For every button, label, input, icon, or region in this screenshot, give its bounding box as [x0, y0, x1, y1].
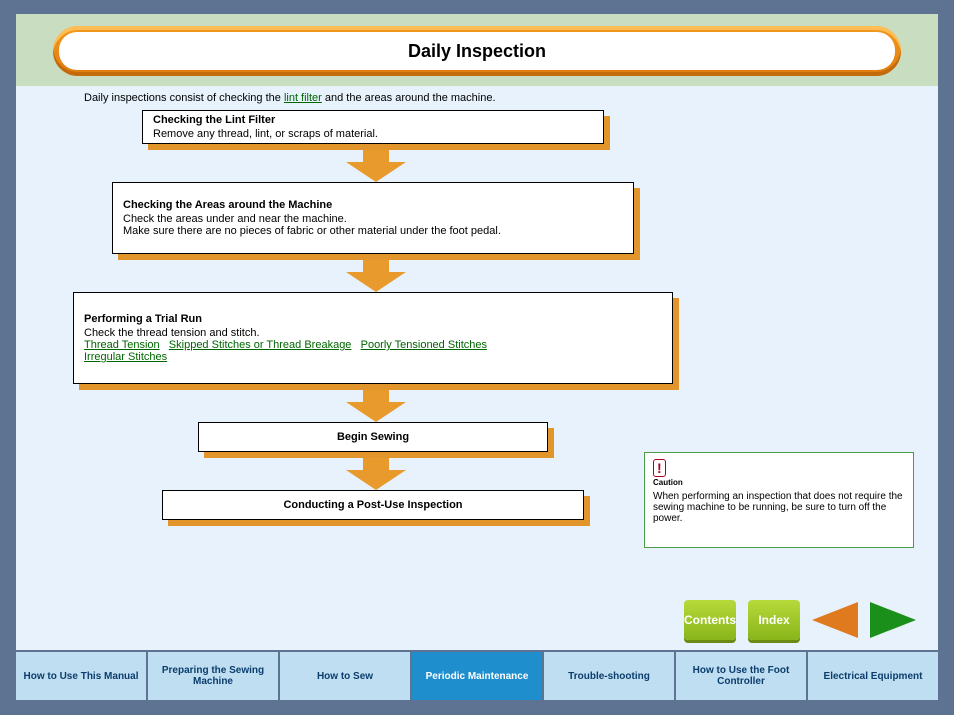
caution-label: Caution: [653, 478, 905, 487]
flow-step-3: Performing a Trial Run Check the thread …: [73, 292, 679, 390]
step5-title: Conducting a Post-Use Inspection: [283, 499, 462, 511]
flow-step-4: Begin Sewing: [198, 422, 554, 458]
arrow-icon: [363, 458, 389, 470]
intro-text: Daily inspections consist of checking th…: [84, 92, 668, 104]
step2-body: Check the areas under and near the machi…: [123, 213, 623, 237]
tab-foot-controller[interactable]: How to Use the Foot Controller: [676, 652, 806, 700]
arrow-head-icon: [346, 470, 406, 490]
arrow-icon: [363, 150, 389, 162]
arrow-head-icon: [346, 272, 406, 292]
triangle-left-icon: [812, 602, 858, 638]
caution-icon: !: [653, 459, 666, 477]
caution-panel: ! Caution When performing an inspection …: [644, 452, 914, 548]
flow-step-5: Conducting a Post-Use Inspection: [162, 490, 590, 526]
step1-title: Checking the Lint Filter: [153, 114, 593, 126]
intro-suffix: and the areas around the machine.: [322, 92, 496, 104]
bottom-tabs: How to Use This Manual Preparing the Sew…: [16, 652, 938, 700]
index-button[interactable]: Index: [748, 600, 800, 640]
step3-title: Performing a Trial Run: [84, 313, 662, 325]
step3-link-2[interactable]: Skipped Stitches or Thread Breakage: [169, 339, 352, 351]
flowchart: Daily inspections consist of checking th…: [66, 92, 686, 526]
tab-preparing[interactable]: Preparing the Sewing Machine: [148, 652, 278, 700]
step2-title: Checking the Areas around the Machine: [123, 199, 623, 211]
triangle-right-icon: [870, 602, 916, 638]
contents-button[interactable]: Contents: [684, 600, 736, 640]
step3-links: Thread Tension Skipped Stitches or Threa…: [84, 339, 662, 363]
next-button[interactable]: [870, 602, 916, 638]
step3-link-3[interactable]: Poorly Tensioned Stitches: [361, 339, 487, 351]
tab-electrical[interactable]: Electrical Equipment: [808, 652, 938, 700]
step3-link-4[interactable]: Irregular Stitches: [84, 351, 167, 363]
flow-step-1: Checking the Lint Filter Remove any thre…: [142, 110, 610, 150]
nav-bar: Contents Index: [684, 600, 916, 640]
arrow-icon: [363, 390, 389, 402]
step3-link-1[interactable]: Thread Tension: [84, 339, 160, 351]
tab-how-to-use-manual[interactable]: How to Use This Manual: [16, 652, 146, 700]
step1-body: Remove any thread, lint, or scraps of ma…: [153, 128, 593, 140]
intro-prefix: Daily inspections consist of checking th…: [84, 92, 284, 104]
flow-step-2: Checking the Areas around the Machine Ch…: [112, 182, 640, 260]
caution-text: When performing an inspection that does …: [653, 491, 905, 524]
arrow-icon: [363, 260, 389, 272]
arrow-head-icon: [346, 402, 406, 422]
intro-link[interactable]: lint filter: [284, 92, 322, 104]
step4-title: Begin Sewing: [337, 431, 409, 443]
step3-body-prefix: Check the thread tension and stitch.: [84, 327, 662, 339]
tab-periodic-maintenance[interactable]: Periodic Maintenance: [412, 652, 542, 700]
main-panel: Daily inspections consist of checking th…: [16, 86, 938, 650]
prev-button[interactable]: [812, 602, 858, 638]
tab-troubleshooting[interactable]: Trouble-shooting: [544, 652, 674, 700]
title-pill: Daily Inspection: [53, 26, 901, 76]
page-title: Daily Inspection: [59, 32, 895, 70]
tab-how-to-sew[interactable]: How to Sew: [280, 652, 410, 700]
arrow-head-icon: [346, 162, 406, 182]
header-band: Daily Inspection: [16, 14, 938, 86]
